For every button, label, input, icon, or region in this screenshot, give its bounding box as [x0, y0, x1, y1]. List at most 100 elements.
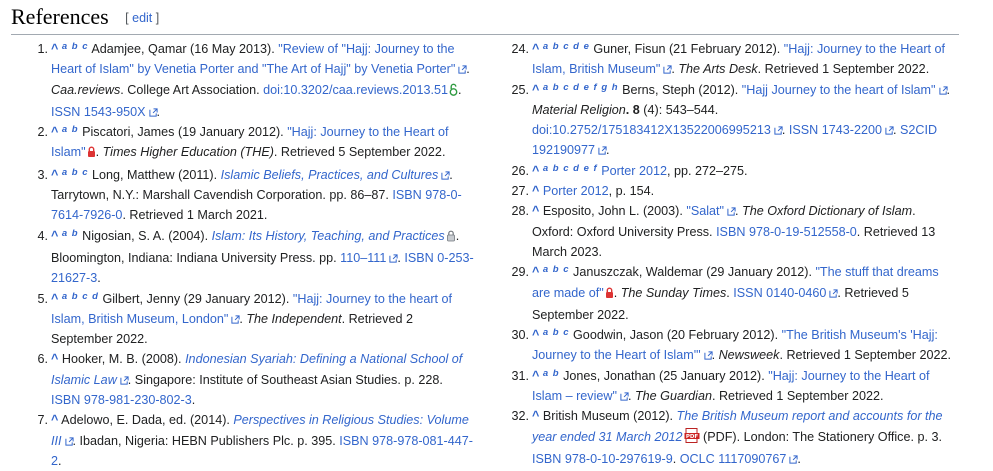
reference-number: 5.: [37, 291, 48, 306]
external-link-icon: [727, 207, 736, 216]
issn-link[interactable]: 0140-0460: [763, 286, 826, 300]
backlink-caret[interactable]: ^: [532, 83, 539, 97]
isbn-link[interactable]: 978-0-10-297619-9: [561, 452, 673, 466]
isbn-label-link[interactable]: ISBN: [532, 452, 561, 466]
external-link-icon: [148, 108, 158, 117]
reference-number: 7.: [37, 413, 48, 428]
backlink-caret[interactable]: ^: [532, 328, 539, 342]
isbn-link[interactable]: 978-981-230-802-3: [80, 393, 192, 407]
backlink-letters[interactable]: a b c: [543, 327, 570, 338]
reference-number: 6.: [37, 352, 48, 367]
open-access-icon: [449, 82, 458, 102]
doi-label-link[interactable]: doi: [263, 83, 280, 97]
issn-label-link[interactable]: ISSN: [733, 286, 762, 300]
backlink-letters[interactable]: a b c: [62, 41, 89, 52]
backlink-caret[interactable]: ^: [532, 184, 539, 198]
backlink-caret[interactable]: ^: [532, 164, 539, 178]
paywall-lock-icon: [87, 144, 96, 164]
reference-number: 26.: [511, 163, 529, 178]
backlink-letters[interactable]: a b: [62, 228, 79, 239]
reference-number: 29.: [511, 265, 529, 280]
pages-link[interactable]: 110–111: [340, 251, 386, 265]
reference-item: 4. ^ a b Nigosian, S. A. (2004). Islam: …: [20, 226, 475, 289]
short-citation-link[interactable]: Porter 2012: [543, 184, 609, 198]
backlink-caret[interactable]: ^: [51, 352, 58, 366]
short-citation-link[interactable]: Porter 2012: [601, 164, 667, 178]
backlink-letters[interactable]: a b c d: [62, 291, 99, 302]
source-name: The Oxford Dictionary of Islam: [742, 204, 913, 219]
external-link-icon: [389, 254, 398, 263]
external-link-icon: [703, 351, 713, 361]
reference-number: 30.: [511, 328, 529, 343]
doi-label-link[interactable]: doi: [532, 123, 549, 137]
backlink-letters[interactable]: a b c d e: [543, 41, 590, 52]
external-link-icon: [885, 126, 894, 135]
source-name: The Independent: [246, 311, 342, 326]
external-link-icon: [598, 146, 607, 156]
isbn-label-link[interactable]: ISBN: [339, 434, 368, 448]
oclc-link[interactable]: 1117090767: [715, 452, 786, 466]
issn-label-link[interactable]: ISSN: [789, 123, 818, 137]
external-link-icon: [64, 437, 74, 446]
edit-link[interactable]: edit: [132, 11, 152, 25]
backlink-caret[interactable]: ^: [532, 265, 539, 279]
citation-title-link[interactable]: "Hajj Journey to the heart of Islam": [742, 83, 936, 97]
reference-number: 28.: [511, 204, 529, 219]
reference-item: 2. ^ a b Piscatori, James (19 January 20…: [20, 122, 475, 165]
source-name: Times Higher Education (THE): [102, 145, 274, 160]
external-link-icon: [620, 392, 629, 401]
backlink-letters[interactable]: a b c d e f: [543, 163, 598, 174]
isbn-label-link[interactable]: ISBN: [404, 251, 433, 265]
references-column-left: 1. ^ a b c Adamjee, Qamar (16 May 2013).…: [20, 39, 475, 471]
backlink-caret[interactable]: ^: [532, 409, 539, 423]
isbn-label-link[interactable]: ISBN: [51, 393, 80, 407]
citation-title-link[interactable]: Islam: Its History, Teaching, and Practi…: [212, 229, 445, 243]
external-link-icon: [458, 65, 467, 74]
reference-number: 3.: [37, 167, 48, 182]
journal-volume: . 8: [625, 102, 640, 117]
reference-number: 4.: [37, 228, 48, 243]
reference-item: 5. ^ a b c d Gilbert, Jenny (29 January …: [20, 289, 475, 350]
citation-title-link[interactable]: Islamic Beliefs, Practices, and Cultures: [221, 168, 439, 182]
external-link-icon: [231, 315, 240, 324]
backlink-caret[interactable]: ^: [51, 292, 58, 306]
doi-link[interactable]: :10.2752/175183412X13522006995213: [549, 123, 771, 137]
doi-link[interactable]: :10.3202/caa.reviews.2013.51: [280, 83, 448, 97]
isbn-label-link[interactable]: ISBN: [716, 225, 745, 239]
backlink-letters[interactable]: a b c: [62, 167, 89, 178]
isbn-link[interactable]: 978-0-19-512558-0: [745, 225, 857, 239]
backlink-caret[interactable]: ^: [532, 42, 539, 56]
issn-link[interactable]: 1543-950X: [80, 105, 146, 119]
backlink-letters[interactable]: a b c: [543, 264, 570, 275]
backlink-caret[interactable]: ^: [51, 168, 58, 182]
oclc-label-link[interactable]: OCLC: [680, 452, 715, 466]
reference-item: 1. ^ a b c Adamjee, Qamar (16 May 2013).…: [20, 39, 475, 122]
backlink-letters[interactable]: a b: [62, 124, 79, 135]
s2cid-link[interactable]: 192190977: [532, 143, 595, 157]
svg-text:PDF: PDF: [685, 434, 698, 440]
reference-number: 1.: [37, 42, 48, 56]
external-link-icon: [774, 126, 783, 135]
backlink-caret[interactable]: ^: [532, 204, 539, 218]
reference-item: 28. ^ Esposito, John L. (2003). "Salat".…: [501, 201, 957, 262]
citation-title-link[interactable]: "Salat": [686, 204, 724, 218]
section-title: References: [11, 4, 109, 29]
backlink-caret[interactable]: ^: [51, 413, 58, 427]
isbn-label-link[interactable]: ISBN: [392, 188, 421, 202]
backlink-caret[interactable]: ^: [51, 125, 58, 139]
reference-item: 31. ^ a b Jones, Jonathan (25 January 20…: [501, 366, 957, 407]
backlink-caret[interactable]: ^: [51, 229, 58, 243]
edit-section: [ edit ]: [125, 11, 160, 25]
source-name: The Arts Desk: [678, 62, 758, 77]
reference-item: 32. ^ British Museum (2012). The British…: [501, 406, 957, 469]
backlink-caret[interactable]: ^: [51, 42, 58, 56]
backlink-caret[interactable]: ^: [532, 369, 539, 383]
issn-link[interactable]: 1743-2200: [818, 123, 882, 137]
references-heading: References [ edit ]: [11, 2, 959, 35]
issn-label-link[interactable]: ISSN: [51, 105, 80, 119]
s2cid-label-link[interactable]: S2CID: [900, 123, 937, 137]
backlink-letters[interactable]: a b: [543, 368, 560, 379]
external-link-icon: [663, 65, 672, 74]
backlink-letters[interactable]: a b c d e f g h: [543, 82, 619, 93]
reference-number: 2.: [37, 125, 48, 140]
